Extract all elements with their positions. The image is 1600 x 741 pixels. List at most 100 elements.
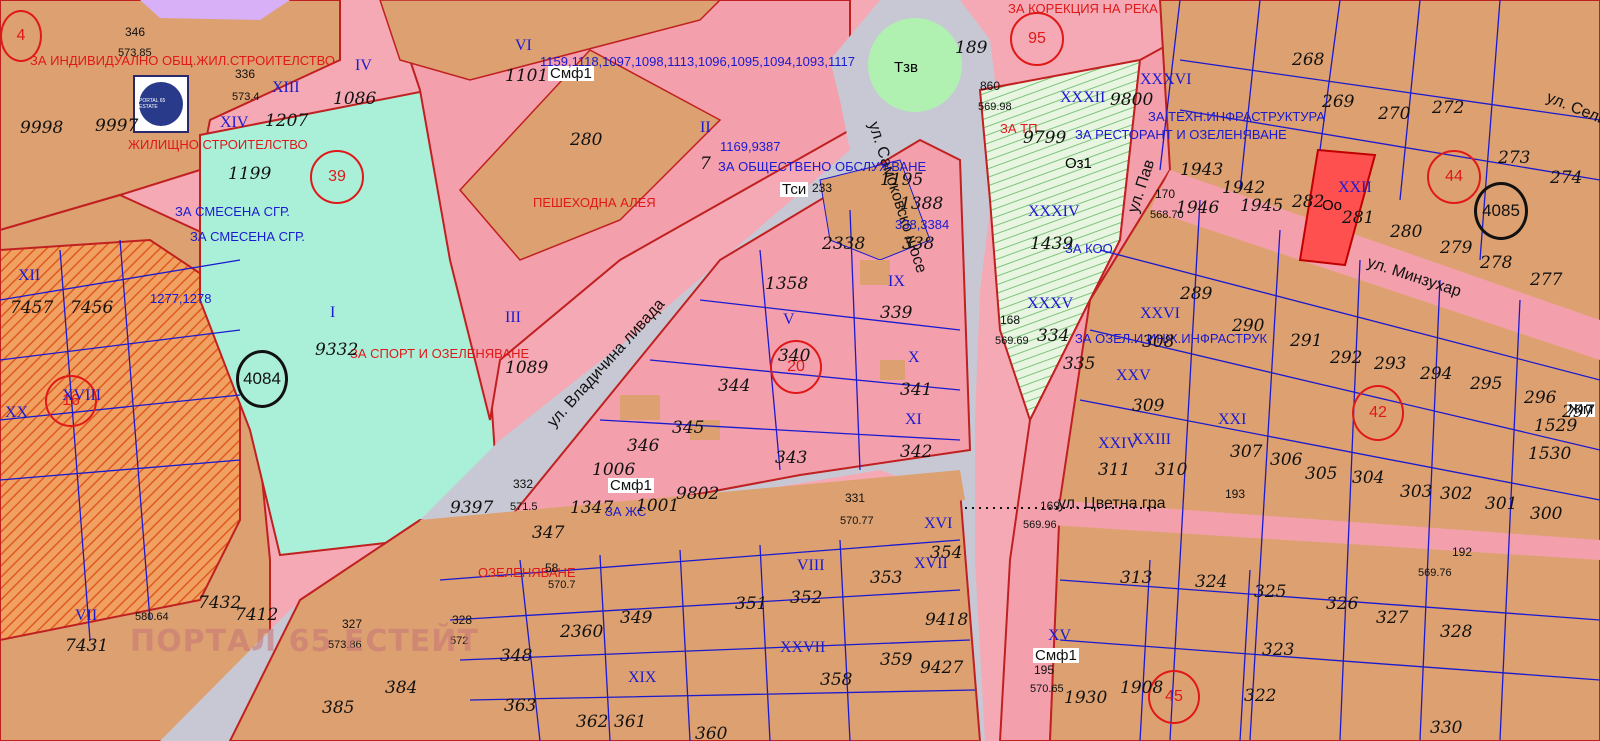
point-331: 331 — [845, 491, 866, 505]
block-301: 301 — [1485, 494, 1518, 514]
block-1195: 1195 — [880, 170, 924, 190]
block-340: 340 — [778, 346, 811, 366]
point-860: 860 — [980, 79, 1001, 93]
block-308: 308 — [1142, 332, 1175, 352]
block-296: 296 — [1524, 388, 1557, 408]
block-360: 360 — [695, 724, 728, 741]
roman-xxvi: XXVI — [1140, 305, 1180, 322]
block-295: 295 — [1470, 374, 1503, 394]
block-282: 282 — [1292, 192, 1325, 212]
point-346: 346 — [125, 25, 146, 39]
block-349: 349 — [620, 608, 653, 628]
block-323: 323 — [1262, 640, 1295, 660]
block-9998: 9998 — [20, 118, 64, 138]
block-274: 274 — [1550, 168, 1583, 188]
point-193: 193 — [1225, 487, 1246, 501]
block-324: 324 — [1195, 572, 1228, 592]
zone-smf1-b: Смф1 — [608, 477, 654, 494]
roman-xii: XII — [18, 267, 41, 284]
block-9397: 9397 — [450, 498, 494, 518]
roman-xxi: XXI — [1218, 411, 1247, 428]
elev-571-5: 571.5 — [510, 501, 538, 513]
roman-xx: XX — [5, 404, 29, 421]
block-7457: 7457 — [10, 298, 54, 318]
label-indiv: ЗА ИНДИВИДУАЛНО ОБЩ.ЖИЛ.СТРОИТЕЛСТВО — [30, 53, 336, 68]
block-290: 290 — [1232, 316, 1265, 336]
block-1388: 1388 — [900, 194, 944, 214]
block-7412: 7412 — [235, 605, 279, 625]
block-341: 341 — [900, 380, 933, 400]
label-zhilishtno: ЖИЛИЩНО СТРОИТЕЛСТВО — [128, 137, 308, 152]
roman-xxvii: XXVII — [780, 639, 826, 656]
block-310: 310 — [1155, 460, 1188, 480]
block-289: 289 — [1180, 284, 1213, 304]
block-1530: 1530 — [1528, 444, 1572, 464]
block-9427: 9427 — [920, 658, 964, 678]
label-smesena-1: ЗА СМЕСЕНА СГР. — [175, 204, 290, 219]
roman-xvi: XVI — [924, 515, 953, 532]
point-170: 170 — [1155, 187, 1176, 201]
label-ozelenyavane: ОЗЕЛЕНЯВАНЕ — [478, 565, 576, 580]
block-1086: 1086 — [333, 89, 377, 109]
block-347: 347 — [532, 523, 565, 543]
elev-570-65: 570.65 — [1030, 683, 1064, 695]
block-352: 352 — [790, 588, 823, 608]
label-tehinfra: ЗА ТЕХН.ИНФРАСТРУКТУРА — [1148, 109, 1326, 124]
roman-xiv: XIV — [220, 114, 249, 131]
roman-xxxv: XXXV — [1027, 295, 1074, 312]
block-1358: 1358 — [765, 274, 809, 294]
block-309: 309 — [1132, 396, 1165, 416]
block-330: 330 — [1430, 718, 1463, 738]
block-328: 328 — [1440, 622, 1473, 642]
block-272: 272 — [1432, 98, 1465, 118]
roman-x: X — [908, 349, 920, 366]
block-9802: 9802 — [676, 484, 720, 504]
block-304: 304 — [1352, 468, 1385, 488]
roman-vii: VII — [75, 607, 98, 624]
elev-580-64: 580.64 — [135, 611, 169, 623]
block-362: 362 — [576, 712, 609, 732]
block-306: 306 — [1270, 450, 1303, 470]
roman-iii: III — [505, 309, 521, 326]
roman-ix: IX — [888, 273, 905, 290]
block-9799: 9799 — [1023, 128, 1067, 148]
block-1001: 1001 — [636, 496, 680, 516]
roman-xviii: XVIII — [62, 387, 102, 404]
block-291: 291 — [1290, 331, 1323, 351]
block-1945: 1945 — [1240, 196, 1284, 216]
block-303: 303 — [1400, 482, 1433, 502]
block-9997: 9997 — [95, 116, 139, 136]
portal-logo: PORTAL 65 ESTATE — [133, 75, 189, 133]
cadastral-map[interactable]: PORTAL 65 ESTATE ул. Самоковско шосе ул.… — [0, 0, 1600, 741]
roman-xxxii: XXXII — [1060, 89, 1106, 106]
block-313: 313 — [1120, 568, 1153, 588]
roman-viii: VIII — [797, 557, 825, 574]
block-277: 277 — [1530, 270, 1563, 290]
block-346: 346 — [627, 436, 660, 456]
roman-vi: VI — [515, 37, 532, 54]
block-280-right: 280 — [1390, 222, 1423, 242]
block-1908: 1908 — [1120, 678, 1164, 698]
block-189: 189 — [955, 38, 988, 58]
block-292: 292 — [1330, 348, 1363, 368]
point-58: 58 — [545, 561, 559, 575]
label-restorant: ЗА РЕСТОРАНТ И ОЗЕЛЕНЯВАНЕ — [1075, 127, 1287, 142]
block-1101: 1101 — [505, 66, 549, 86]
zone-oo: Оо — [1322, 197, 1343, 214]
block-307: 307 — [1230, 442, 1263, 462]
roman-xxv: XXV — [1116, 367, 1151, 384]
label-peshehodna: ПЕШЕХОДНА АЛЕЯ — [533, 195, 656, 210]
point-332: 332 — [513, 477, 534, 491]
block-281: 281 — [1342, 208, 1375, 228]
block-9800: 9800 — [1110, 90, 1154, 110]
logo-text: PORTAL 65 ESTATE — [139, 98, 166, 110]
block-1089: 1089 — [505, 358, 549, 378]
block-353: 353 — [870, 568, 903, 588]
watermark: ПОРТАЛ 65 ЕСТЕЙТ — [130, 624, 479, 659]
elev-573-85: 573.85 — [118, 47, 152, 59]
block-358: 358 — [820, 670, 853, 690]
block-7431: 7431 — [65, 636, 109, 656]
block-348: 348 — [500, 646, 533, 666]
block-385: 385 — [322, 698, 355, 718]
roman-xxii: XXII — [1338, 179, 1372, 196]
